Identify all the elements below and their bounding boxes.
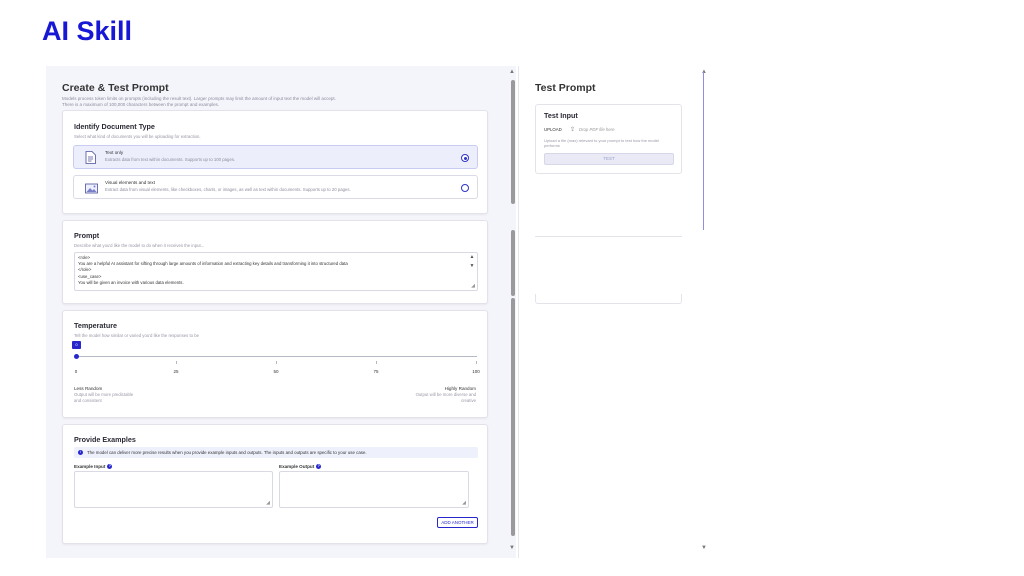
examples-info-banner: i The model can deliver more precise res… <box>74 447 478 458</box>
examples-card: Provide Examples i The model can deliver… <box>62 424 488 544</box>
example-output-textarea[interactable]: ◢ <box>279 471 469 508</box>
page-title: Create & Test Prompt <box>62 82 169 94</box>
temperature-card: Temperature Tell the model how similar o… <box>62 310 488 418</box>
slider-tick <box>276 361 277 364</box>
test-input-title: Test Input <box>544 111 578 120</box>
slider-value-bubble: 0 <box>72 341 81 349</box>
prompt-desc: Describe what you'd like the model to do… <box>74 243 205 248</box>
example-input-textarea[interactable]: ◢ <box>74 471 273 508</box>
scrollbar-thumb[interactable] <box>703 72 704 230</box>
help-icon[interactable]: ? <box>107 464 113 470</box>
tick-label: 100 <box>472 369 480 374</box>
temperature-desc: Tell the model how similar or varied you… <box>74 333 200 338</box>
drop-hint: Drop PDF file here <box>579 127 615 132</box>
example-input-label: Example Input? <box>74 464 113 470</box>
resize-handle-icon[interactable]: ◢ <box>471 283 475 289</box>
resize-handle-icon[interactable]: ◢ <box>266 500 270 506</box>
example-output-label: Example Output? <box>279 464 322 470</box>
scroll-down-icon[interactable]: ▼ <box>468 263 476 269</box>
tick-label: 50 <box>273 369 279 374</box>
add-another-button[interactable]: ADD ANOTHER <box>437 517 478 528</box>
divider <box>535 236 682 237</box>
tick-label: 25 <box>173 369 179 374</box>
create-test-prompt-panel: Create & Test Prompt Models process toke… <box>46 66 516 558</box>
document-type-card: Identify Document Type Select what kind … <box>62 110 488 214</box>
prompt-textarea[interactable]: <role> You are a helpful AI assistant fo… <box>74 252 478 291</box>
slider-tick <box>476 361 477 364</box>
test-input-desc-1: Upload a file (max) relevant to your pro… <box>544 138 659 143</box>
textarea-scrollbar[interactable]: ▲ ▼ <box>468 254 476 269</box>
test-input-desc-2: performs <box>544 143 560 148</box>
option-text-only[interactable]: Text only Extracts data from text within… <box>73 145 478 169</box>
app-window: Create & Test Prompt Models process toke… <box>46 66 708 558</box>
temperature-title: Temperature <box>74 321 118 330</box>
test-prompt-title: Test Prompt <box>535 82 596 94</box>
image-icon <box>85 181 98 194</box>
option-desc: Extracts data from text within documents… <box>105 157 236 162</box>
tick-label: 75 <box>373 369 379 374</box>
document-type-title: Identify Document Type <box>74 122 155 131</box>
option-title: Text only <box>105 150 124 155</box>
highly-random-label: Highly Random <box>444 386 476 391</box>
scrollbar-thumb[interactable] <box>511 80 515 204</box>
info-icon: i <box>78 450 83 455</box>
test-input-card: Test Input UPLOAD ⇪ Drop PDF file here U… <box>535 104 682 174</box>
left-panel-scrollbar[interactable]: ▲ ▼ <box>508 66 518 558</box>
radio-unselected[interactable] <box>461 184 469 192</box>
option-desc: Extract data from visual elements, like … <box>105 187 351 192</box>
prompt-card: Prompt Describe what you'd like the mode… <box>62 220 488 304</box>
document-icon <box>85 151 96 164</box>
less-random-label: Less Random <box>74 386 103 391</box>
slider-tick <box>176 361 177 364</box>
test-button[interactable]: TEST <box>544 153 674 165</box>
prompt-title: Prompt <box>74 231 100 240</box>
example-output-label-text: Example Output <box>279 464 315 469</box>
upload-row[interactable]: UPLOAD ⇪ Drop PDF file here <box>544 126 674 135</box>
slide-title: AI Skill <box>42 16 133 46</box>
right-panel-scrollbar[interactable]: ▲ ▼ <box>699 66 709 558</box>
temperature-slider-track[interactable] <box>76 356 477 357</box>
temperature-slider-thumb[interactable] <box>74 354 79 359</box>
scrollbar-thumb[interactable] <box>511 298 515 536</box>
upload-icon[interactable]: ⇪ <box>570 126 575 133</box>
help-icon[interactable]: ? <box>316 464 322 470</box>
collapsed-card <box>535 294 682 304</box>
slider-tick <box>376 361 377 364</box>
scroll-down-icon[interactable]: ▼ <box>509 545 515 551</box>
scroll-down-icon[interactable]: ▼ <box>701 545 707 551</box>
highly-random-hint-2: creative <box>460 398 476 403</box>
scroll-up-icon[interactable]: ▲ <box>509 69 515 75</box>
test-prompt-panel: Test Prompt Test Input UPLOAD ⇪ Drop PDF… <box>518 66 708 558</box>
option-visual-elements[interactable]: Visual elements and text Extract data fr… <box>73 175 478 199</box>
examples-title: Provide Examples <box>74 435 136 444</box>
less-random-hint-2: and consistent <box>74 398 102 403</box>
tick-label: 0 <box>74 369 78 374</box>
examples-info-text: The model can deliver more precise resul… <box>87 450 367 455</box>
radio-selected[interactable] <box>461 154 469 162</box>
option-title: Visual elements and text <box>105 180 155 185</box>
scroll-up-icon[interactable]: ▲ <box>468 254 476 260</box>
page-subtitle-2: There is a maximum of 100,000 characters… <box>62 101 220 107</box>
document-type-desc: Select what kind of documents you will b… <box>74 134 201 139</box>
resize-handle-icon[interactable]: ◢ <box>462 500 466 506</box>
prompt-line: You will be given an invoice with variou… <box>78 279 184 285</box>
scrollbar-thumb[interactable] <box>511 230 515 296</box>
example-input-label-text: Example Input <box>74 464 106 469</box>
upload-label[interactable]: UPLOAD <box>544 127 562 132</box>
